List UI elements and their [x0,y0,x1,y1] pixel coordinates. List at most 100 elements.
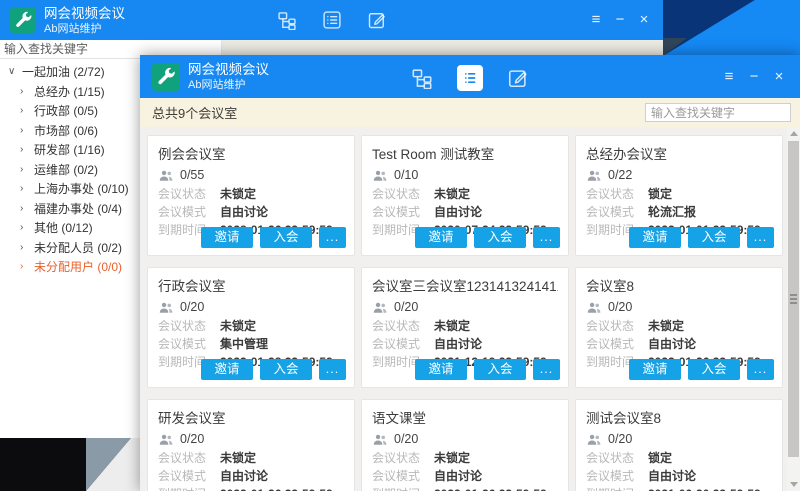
close-button[interactable]: × [772,69,786,84]
room-list-icon-active[interactable] [457,65,483,91]
compose-icon[interactable] [507,67,529,89]
tree-item[interactable]: › 未分配人员 (0/2) [0,238,140,258]
join-button[interactable]: 入会 [688,359,740,380]
tree-chevron-icon[interactable]: › [20,183,34,194]
card-buttons: 邀请 入会 ... [629,359,774,380]
tree-chevron-icon[interactable]: › [20,86,34,97]
field-label: 会议状态 [372,188,434,201]
tree-item[interactable]: › 行政部 (0/5) [0,101,140,121]
room-name: 会议室8 [586,275,772,295]
background-titlebar: 网会视频会议 Ab网站维护 ≡ − × [0,0,663,40]
tree-item[interactable]: › 研发部 (1/16) [0,140,140,160]
status-row: 会议状态 锁定 [586,188,772,201]
more-button[interactable]: ... [319,359,346,380]
tree-chevron-icon[interactable]: › [20,203,34,214]
status-row: 会议状态 锁定 [586,452,772,465]
app-title: 网会视频会议 [188,62,269,79]
tree-item[interactable]: › 上海办事处 (0/10) [0,179,140,199]
field-label: 会议状态 [158,452,220,465]
tree-item[interactable]: › 运维部 (0/2) [0,160,140,180]
scroll-grip-icon [790,298,797,300]
more-button[interactable]: ... [747,359,774,380]
wallpaper-slate-triangle [663,38,693,56]
invite-button[interactable]: 邀请 [629,359,681,380]
scroll-thumb[interactable] [788,141,799,457]
wrench-icon [14,11,32,29]
people-icon [372,169,388,182]
background-window-controls: ≡ − × [589,12,651,27]
tree-chevron-icon[interactable]: › [20,125,34,136]
status-value: 未锁定 [648,320,684,333]
app-logo [152,63,180,91]
card-buttons: 邀请 入会 ... [415,359,560,380]
occupancy: 0/20 [372,431,558,447]
join-button[interactable]: 入会 [474,227,526,248]
join-button[interactable]: 入会 [474,359,526,380]
minimize-button[interactable]: − [747,69,761,84]
field-label: 会议状态 [372,320,434,333]
join-button[interactable]: 入会 [260,359,312,380]
field-label: 会议模式 [586,206,648,219]
close-button[interactable]: × [637,12,651,27]
room-grid: 例会会议室 0/55 会议状态 未锁定 会议模式 自由讨论 到期时间 2028-… [140,127,787,491]
tree-chevron-icon[interactable]: › [20,242,34,253]
status-value: 未锁定 [220,452,256,465]
tree-chevron-icon[interactable]: › [20,164,34,175]
invite-button[interactable]: 邀请 [415,227,467,248]
tree-chevron-icon[interactable]: › [20,261,34,272]
occupancy: 0/22 [586,167,772,183]
tree-item-label: 福建办事处 (0/4) [34,200,122,217]
join-button[interactable]: 入会 [260,227,312,248]
menu-icon[interactable]: ≡ [589,12,603,27]
app-title: 网会视频会议 [44,6,125,23]
tree-chevron-icon[interactable]: › [20,144,34,155]
status-value: 锁定 [648,452,672,465]
more-button[interactable]: ... [747,227,774,248]
minimize-button[interactable]: − [613,12,627,27]
tree-item[interactable]: › 总经办 (1/15) [0,82,140,102]
tree-item[interactable]: › 其他 (0/12) [0,218,140,238]
people-icon [158,169,174,182]
tree-chevron-icon[interactable]: ∨ [8,66,22,77]
room-count-summary: 总共9个会议室 [152,103,237,122]
more-button[interactable]: ... [319,227,346,248]
more-button[interactable]: ... [533,359,560,380]
org-structure-icon[interactable] [277,10,297,30]
compose-icon[interactable] [367,10,387,30]
tree-chevron-icon[interactable]: › [20,105,34,116]
mode-row: 会议模式 自由讨论 [158,470,344,483]
menu-icon[interactable]: ≡ [722,69,736,84]
room-name: 研发会议室 [158,407,344,427]
foreground-titlebar: 网会视频会议 Ab网站维护 ≡ − × [140,55,800,98]
more-button[interactable]: ... [533,227,560,248]
room-name: Test Room 测试教室 [372,143,558,163]
desktop-wallpaper-bottom-left [0,438,140,491]
scroll-down-icon[interactable] [787,478,800,491]
mode-row: 会议模式 轮流汇报 [586,206,772,219]
app-title-block: 网会视频会议 Ab网站维护 [44,6,125,37]
scrollbar[interactable] [787,127,800,491]
scroll-up-icon[interactable] [787,127,800,140]
status-row: 会议状态 未锁定 [586,320,772,333]
card-buttons: 邀请 入会 ... [415,227,560,248]
invite-button[interactable]: 邀请 [201,359,253,380]
mode-value: 轮流汇报 [648,206,696,219]
field-label: 会议状态 [372,452,434,465]
invite-button[interactable]: 邀请 [201,227,253,248]
tree-item[interactable]: › 未分配用户 (0/0) [0,257,140,277]
room-list-icon[interactable] [322,10,342,30]
invite-button[interactable]: 邀请 [629,227,681,248]
tree-item-label: 未分配用户 (0/0) [34,258,122,275]
room-search-input[interactable] [645,103,791,122]
join-button[interactable]: 入会 [688,227,740,248]
status-value: 未锁定 [220,320,256,333]
tree-item[interactable]: › 市场部 (0/6) [0,121,140,141]
people-icon [158,433,174,446]
invite-button[interactable]: 邀请 [415,359,467,380]
tree-chevron-icon[interactable]: › [20,222,34,233]
tree-item[interactable]: ∨ 一起加油 (2/72) [0,62,140,82]
mode-row: 会议模式 自由讨论 [372,206,558,219]
occupancy: 0/20 [158,299,344,315]
org-structure-icon[interactable] [411,67,433,89]
tree-item[interactable]: › 福建办事处 (0/4) [0,199,140,219]
